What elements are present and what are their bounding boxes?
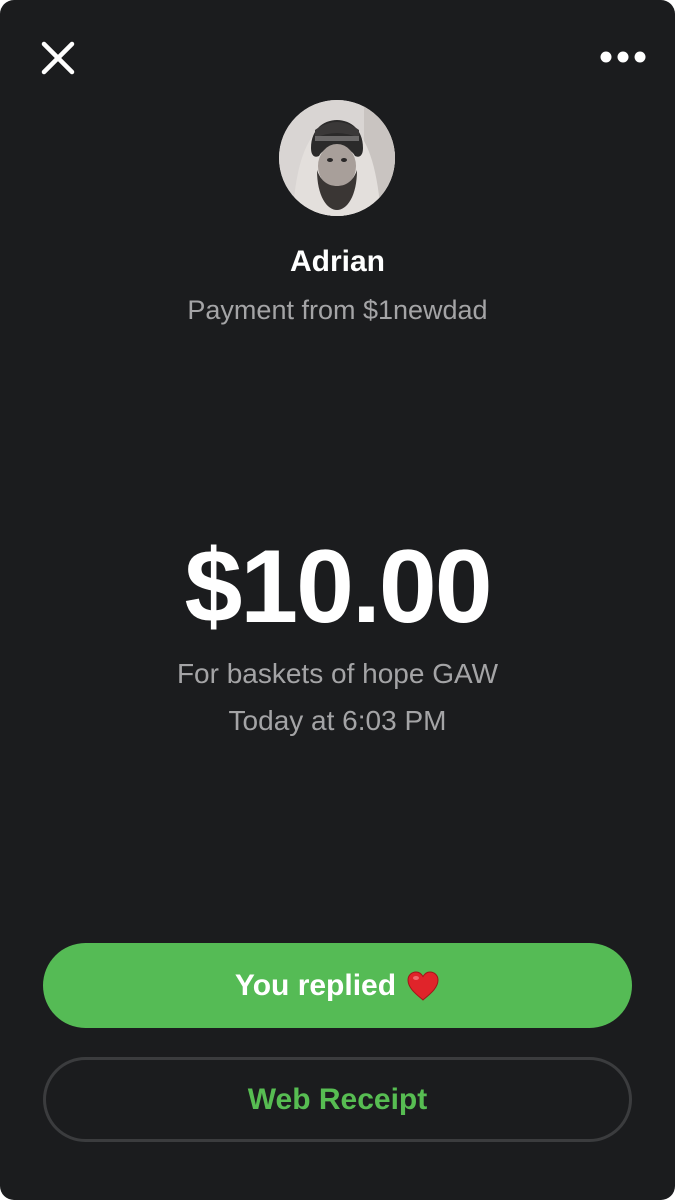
sender-name: Adrian	[289, 245, 385, 278]
payment-detail-screen: Adrian Payment from $1newdad $10.00 For …	[0, 0, 675, 1200]
avatar[interactable]	[279, 100, 395, 216]
payment-note: For baskets of hope GAW	[176, 658, 499, 689]
reply-button-label: You replied	[234, 968, 397, 1002]
payment-amount: $10.00	[184, 529, 492, 645]
more-horizontal-icon	[600, 51, 646, 63]
close-icon	[41, 41, 75, 75]
profile-photo-icon	[279, 100, 395, 216]
more-options-button[interactable]	[593, 34, 653, 80]
web-receipt-label: Web Receipt	[247, 1082, 428, 1116]
payment-source-text: Payment from $1newdad	[187, 295, 488, 325]
close-button[interactable]	[28, 30, 88, 86]
reply-button[interactable]: You replied	[43, 943, 632, 1028]
web-receipt-button[interactable]: Web Receipt	[43, 1057, 632, 1142]
payment-timestamp: Today at 6:03 PM	[228, 705, 447, 736]
heart-icon	[406, 970, 440, 1002]
